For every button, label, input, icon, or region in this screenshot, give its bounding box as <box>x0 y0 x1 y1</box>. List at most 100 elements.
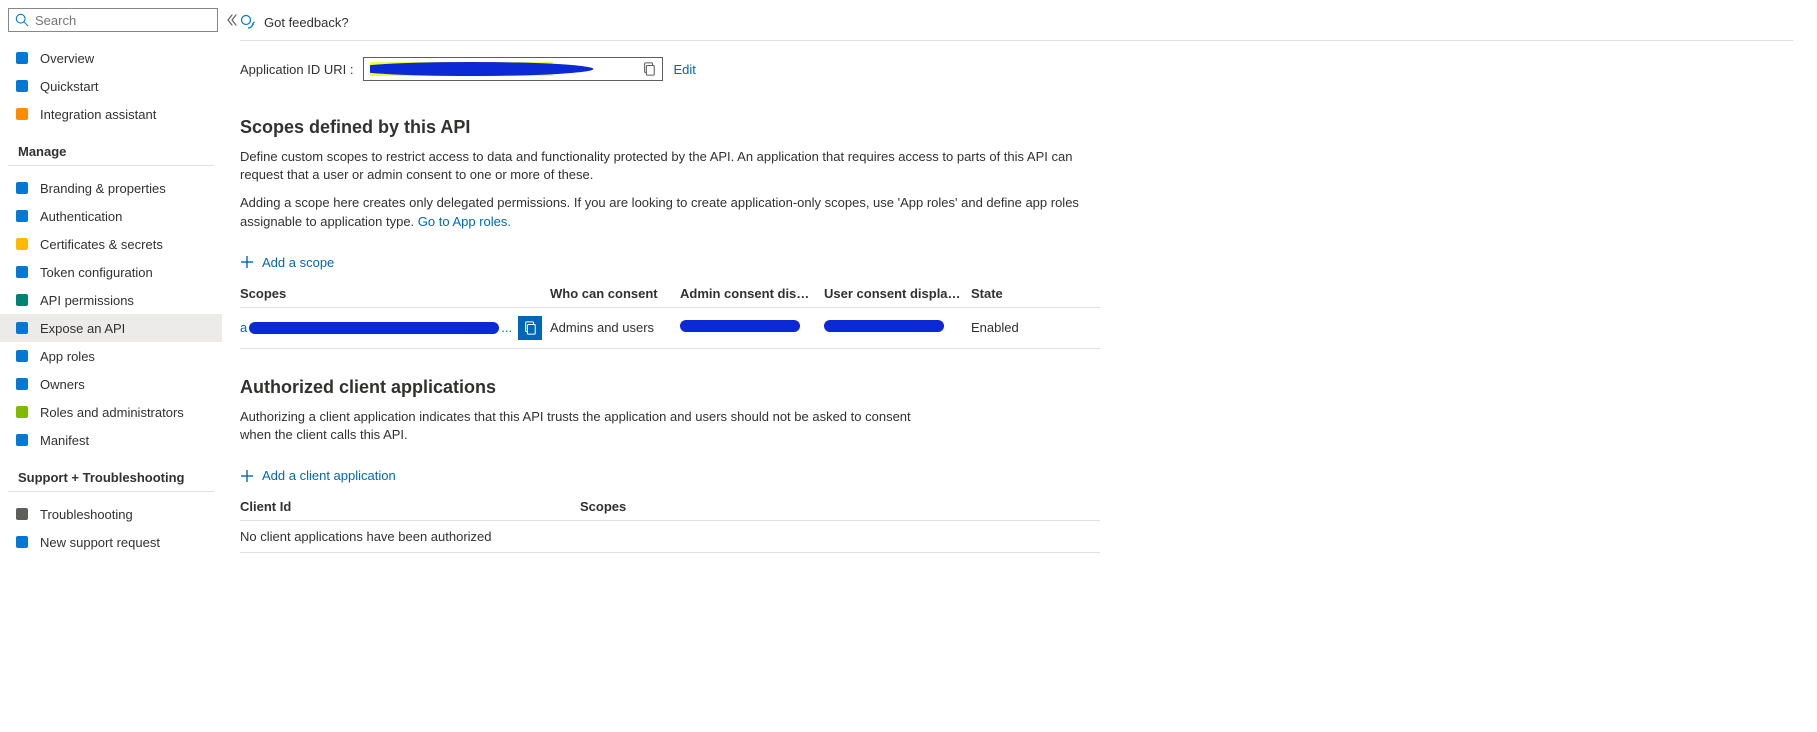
nav-label: Certificates & secrets <box>40 237 163 252</box>
add-scope-button[interactable]: Add a scope <box>240 255 334 270</box>
nav-icon <box>14 348 30 364</box>
nav-label: Manifest <box>40 433 89 448</box>
search-icon <box>15 13 29 27</box>
col-admin: Admin consent display ... <box>680 286 824 301</box>
nav-icon <box>14 208 30 224</box>
clients-empty-row: No client applications have been authori… <box>240 521 1100 552</box>
redacted-admin-consent <box>680 320 800 332</box>
scopes-desc-1: Define custom scopes to restrict access … <box>240 148 1110 184</box>
sidebar-item-app-roles[interactable]: App roles <box>0 342 222 370</box>
redacted-app-id <box>370 62 634 76</box>
sidebar-item-branding-properties[interactable]: Branding & properties <box>0 174 222 202</box>
app-id-row: Application ID URI : Edit <box>240 41 1793 89</box>
nav-icon <box>14 292 30 308</box>
col-scopes: Scopes <box>240 286 550 301</box>
redacted-scope-name <box>249 322 499 334</box>
nav-icon <box>14 180 30 196</box>
sidebar-item-api-permissions[interactable]: API permissions <box>0 286 222 314</box>
scope-state-cell: Enabled <box>971 320 1051 335</box>
edit-link[interactable]: Edit <box>673 62 695 77</box>
nav-icon <box>14 320 30 336</box>
main-content: Got feedback? Application ID URI : Edit … <box>222 0 1817 732</box>
feedback-label: Got feedback? <box>264 15 349 30</box>
sidebar-item-roles-and-administrators[interactable]: Roles and administrators <box>0 398 222 426</box>
col-clientid: Client Id <box>240 499 580 514</box>
nav-icon <box>14 376 30 392</box>
copy-scope-button[interactable] <box>518 316 542 340</box>
scope-user-cell <box>824 320 971 335</box>
plus-icon <box>240 255 254 269</box>
clients-desc: Authorizing a client application indicat… <box>240 408 930 444</box>
nav-label: Roles and administrators <box>40 405 184 420</box>
add-client-label: Add a client application <box>262 468 396 483</box>
sidebar-item-troubleshooting[interactable]: Troubleshooting <box>0 500 222 528</box>
nav-label: Expose an API <box>40 321 125 336</box>
sidebar-item-manifest[interactable]: Manifest <box>0 426 222 454</box>
nav-icon <box>14 404 30 420</box>
nav-label: New support request <box>40 535 160 550</box>
feedback-icon <box>240 14 256 30</box>
sidebar-item-owners[interactable]: Owners <box>0 370 222 398</box>
plus-icon <box>240 469 254 483</box>
scopes-title: Scopes defined by this API <box>240 117 1793 138</box>
add-scope-label: Add a scope <box>262 255 334 270</box>
sidebar-item-quickstart[interactable]: Quickstart <box>0 72 222 100</box>
nav-heading-manage: Manage <box>8 136 214 166</box>
nav-icon <box>14 50 30 66</box>
nav-label: Integration assistant <box>40 107 156 122</box>
nav-label: Branding & properties <box>40 181 166 196</box>
scopes-table-head: Scopes Who can consent Admin consent dis… <box>240 280 1100 308</box>
clients-title: Authorized client applications <box>240 377 1793 398</box>
sidebar-item-integration-assistant[interactable]: Integration assistant <box>0 100 222 128</box>
nav-support: Troubleshooting New support request <box>0 496 222 560</box>
scope-row[interactable]: a ... Admins and users Enabled <box>240 308 1100 348</box>
nav-icon <box>14 264 30 280</box>
search-row <box>0 8 222 40</box>
copy-icon[interactable] <box>640 60 658 78</box>
scope-who-cell: Admins and users <box>550 320 680 335</box>
nav-manage: Branding & properties Authentication Certi… <box>0 170 222 458</box>
nav-label: Troubleshooting <box>40 507 133 522</box>
nav-label: Authentication <box>40 209 122 224</box>
search-input[interactable] <box>35 13 211 28</box>
clients-table-head: Client Id Scopes <box>240 493 1100 521</box>
app-id-label: Application ID URI : <box>240 62 353 77</box>
nav-heading-support: Support + Troubleshooting <box>8 462 214 492</box>
app-id-field[interactable] <box>363 57 663 81</box>
nav-label: Overview <box>40 51 94 66</box>
search-box[interactable] <box>8 8 218 32</box>
add-client-button[interactable]: Add a client application <box>240 468 396 483</box>
scopes-table: Scopes Who can consent Admin consent dis… <box>240 280 1100 349</box>
sidebar-item-new-support-request[interactable]: New support request <box>0 528 222 556</box>
go-to-app-roles-link[interactable]: Go to App roles. <box>418 214 511 229</box>
nav-icon <box>14 106 30 122</box>
nav-label: Owners <box>40 377 85 392</box>
sidebar-item-token-configuration[interactable]: Token configuration <box>0 258 222 286</box>
sidebar-item-authentication[interactable]: Authentication <box>0 202 222 230</box>
nav-label: API permissions <box>40 293 134 308</box>
scope-name-cell: a ... <box>240 316 550 340</box>
scope-admin-cell <box>680 320 824 335</box>
nav-icon <box>14 506 30 522</box>
col-client-scopes: Scopes <box>580 499 880 514</box>
redacted-user-consent <box>824 320 944 332</box>
feedback-link[interactable]: Got feedback? <box>240 8 1793 41</box>
nav-label: Quickstart <box>40 79 99 94</box>
scopes-desc-2: Adding a scope here creates only delegat… <box>240 194 1110 230</box>
sidebar: OverviewQuickstartIntegration assistant … <box>0 0 222 732</box>
sidebar-item-certificates-secrets[interactable]: Certificates & secrets <box>0 230 222 258</box>
col-who: Who can consent <box>550 286 680 301</box>
nav-icon <box>14 236 30 252</box>
col-user: User consent display na... <box>824 286 971 301</box>
nav-label: Token configuration <box>40 265 153 280</box>
col-state: State <box>971 286 1051 301</box>
nav-top: Overview Quickstart Integration assistant <box>0 40 222 132</box>
nav-icon <box>14 534 30 550</box>
sidebar-item-overview[interactable]: Overview <box>0 44 222 72</box>
nav-icon <box>14 78 30 94</box>
clients-table: Client Id Scopes No client applications … <box>240 493 1100 553</box>
nav-label: App roles <box>40 349 95 364</box>
nav-icon <box>14 432 30 448</box>
sidebar-item-expose-an-api[interactable]: Expose an API <box>0 314 222 342</box>
scopes-desc-2-text: Adding a scope here creates only delegat… <box>240 195 1079 228</box>
